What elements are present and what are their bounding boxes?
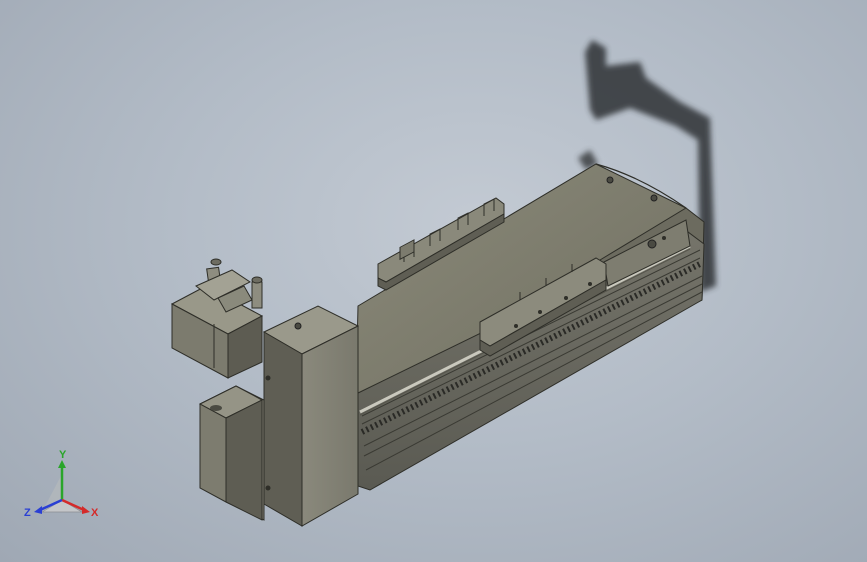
y-axis-label: Y: [59, 449, 67, 461]
coordinate-triad[interactable]: Y X Z: [24, 449, 99, 519]
x-axis-arrowhead: [82, 506, 90, 514]
servo-motor[interactable]: [170, 258, 264, 379]
y-axis-arrowhead: [58, 460, 66, 468]
gearbox-block[interactable]: [198, 385, 265, 521]
model-view[interactable]: Y X Z: [0, 0, 867, 562]
graphics-viewport[interactable]: Y X Z: [0, 0, 867, 562]
motor-housing[interactable]: [262, 305, 360, 527]
x-axis-label: X: [91, 507, 99, 519]
end-cap-bolt: [647, 239, 657, 249]
z-axis-arrowhead: [34, 506, 42, 514]
z-axis-label: Z: [24, 507, 31, 519]
